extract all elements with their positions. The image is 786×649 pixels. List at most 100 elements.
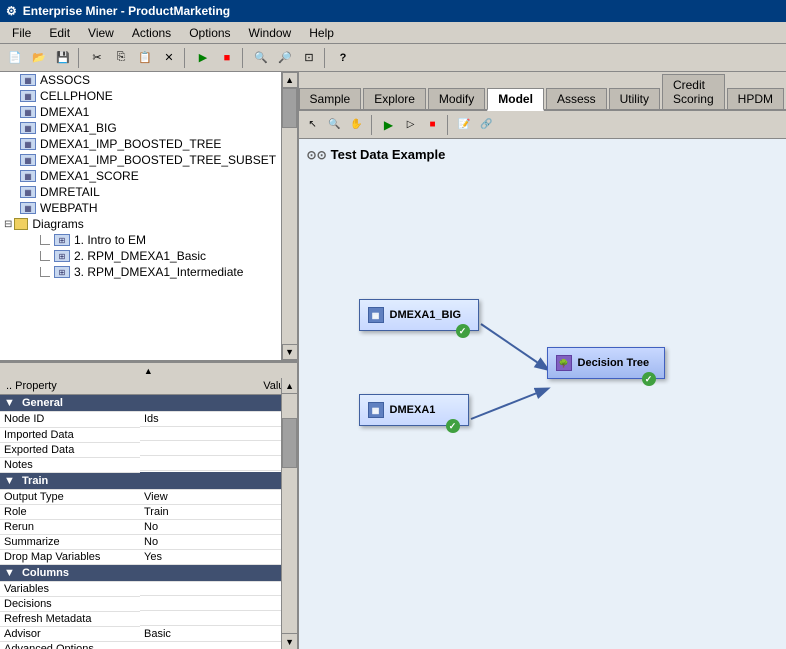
diag-hand[interactable]: ✋ — [347, 115, 367, 135]
app-icon: ⚙ — [6, 4, 17, 18]
prop-name: Node ID — [0, 412, 140, 428]
prop-row: AdvisorBasic — [0, 627, 297, 642]
menu-file[interactable]: File — [4, 24, 39, 42]
tree-item-label-8: WEBPATH — [40, 201, 98, 215]
tree-item-8[interactable]: ▦WEBPATH — [0, 200, 281, 216]
diagram-area[interactable]: ⊙⊙ Test Data Example ▦ — [299, 139, 786, 649]
prop-name: Variables — [0, 582, 140, 597]
tree-item-9[interactable]: ⊟ Diagrams — [0, 216, 281, 232]
toolbar-run[interactable]: ▶ — [192, 47, 214, 69]
menu-view[interactable]: View — [80, 24, 122, 42]
tab-modify[interactable]: Modify — [428, 88, 485, 109]
prop-row: Node IDIds — [0, 412, 297, 428]
tree-item-7[interactable]: ▦DMRETAIL — [0, 184, 281, 200]
property-table: ▼ General Node IDIdsImported Data...Expo… — [0, 395, 297, 649]
prop-scrollbar[interactable]: ▲ ▼ — [281, 378, 297, 649]
section-expand-icon[interactable]: ▼ — [4, 475, 15, 487]
toolbar-copy[interactable]: ⎘ — [110, 47, 132, 69]
toolbar-delete[interactable]: ✕ — [158, 47, 180, 69]
diag-connect[interactable]: 🔗 — [477, 115, 497, 135]
prop-panel-header: .. Property Value — [0, 378, 297, 395]
tree-item-label-12: 3. RPM_DMEXA1_Intermediate — [74, 265, 243, 279]
tab-utility[interactable]: Utility — [609, 88, 660, 109]
prop-scroll-up[interactable]: ▲ — [282, 378, 297, 394]
diag-run-all[interactable]: ▶ — [379, 115, 399, 135]
diag-sep — [371, 115, 375, 135]
panel-collapse-handle[interactable]: ▲ — [0, 362, 297, 378]
prop-name: Rerun — [0, 520, 140, 535]
tree-item-label-4: DMEXA1_IMP_BOOSTED_TREE — [40, 137, 221, 151]
tab-explore[interactable]: Explore — [363, 88, 426, 109]
tree-item-label-6: DMEXA1_SCORE — [40, 169, 139, 183]
file-icon-1: ▦ — [20, 90, 36, 102]
tab-hpdm[interactable]: HPDM — [727, 88, 784, 109]
diagram-connector-10 — [40, 235, 50, 245]
toolbar-paste[interactable]: 📋 — [134, 47, 156, 69]
toolbar-cut[interactable]: ✂ — [86, 47, 108, 69]
menu-actions[interactable]: Actions — [124, 24, 179, 42]
scroll-up-btn[interactable]: ▲ — [282, 72, 297, 88]
node-dmexa1-big-status: ✓ — [456, 324, 470, 338]
diag-select[interactable]: ↖ — [303, 115, 323, 135]
menu-help[interactable]: Help — [301, 24, 342, 42]
toolbar-fit[interactable]: ⊡ — [298, 47, 320, 69]
diag-add-note[interactable]: 📝 — [455, 115, 475, 135]
prop-value-cell: Yes — [140, 550, 297, 565]
tree-item-5[interactable]: ▦DMEXA1_IMP_BOOSTED_TREE_SUBSET — [0, 152, 281, 168]
toolbar-zoom-in[interactable]: 🔍 — [250, 47, 272, 69]
toolbar-save[interactable]: 💾 — [52, 47, 74, 69]
diag-sep2 — [447, 115, 451, 135]
tab-sample[interactable]: Sample — [299, 88, 362, 109]
tree-item-3[interactable]: ▦DMEXA1_BIG — [0, 120, 281, 136]
tab-assess[interactable]: Assess — [546, 88, 607, 109]
node-dmexa1-big[interactable]: ▦ DMEXA1_BIG ✓ — [359, 299, 479, 331]
diag-zoom[interactable]: 🔍 — [325, 115, 345, 135]
section-expand-icon[interactable]: ▼ — [4, 567, 15, 579]
tree-item-label-9: Diagrams — [32, 217, 83, 231]
prop-section-columns: ▼ Columns — [0, 565, 297, 582]
node-decision-tree-label: Decision Tree — [578, 357, 650, 369]
tab-model[interactable]: Model — [487, 88, 544, 111]
diagram-icon-12: ⊞ — [54, 266, 70, 278]
tree-list: ▦ASSOCS▦CELLPHONE▦DMEXA1▦DMEXA1_BIG▦DMEX… — [0, 72, 281, 280]
toolbar-stop[interactable]: ■ — [216, 47, 238, 69]
file-icon-7: ▦ — [20, 186, 36, 198]
menu-edit[interactable]: Edit — [41, 24, 78, 42]
folder-expand-9[interactable]: ⊟ — [4, 219, 12, 230]
tree-item-12[interactable]: ⊞ 3. RPM_DMEXA1_Intermediate — [0, 264, 281, 280]
prop-row: Variables... — [0, 582, 297, 597]
tree-item-0[interactable]: ▦ASSOCS — [0, 72, 281, 88]
prop-value-cell: ... — [140, 442, 297, 456]
prop-value-cell: ... — [140, 597, 297, 611]
tree-item-label-3: DMEXA1_BIG — [40, 121, 117, 135]
scroll-down-btn[interactable]: ▼ — [282, 344, 297, 360]
section-expand-icon[interactable]: ▼ — [4, 397, 15, 409]
diag-run-selected[interactable]: ▷ — [401, 115, 421, 135]
prop-name: Refresh Metadata — [0, 612, 140, 627]
toolbar-open[interactable]: 📂 — [28, 47, 50, 69]
node-dmexa1-big-label: DMEXA1_BIG — [390, 309, 462, 321]
tree-item-6[interactable]: ▦DMEXA1_SCORE — [0, 168, 281, 184]
tree-item-4[interactable]: ▦DMEXA1_IMP_BOOSTED_TREE — [0, 136, 281, 152]
tree-item-11[interactable]: ⊞2. RPM_DMEXA1_Basic — [0, 248, 281, 264]
prop-name: Advanced Options — [0, 642, 140, 649]
prop-section-general: ▼ General — [0, 395, 297, 412]
prop-value: No — [144, 536, 158, 548]
menu-window[interactable]: Window — [241, 24, 300, 42]
toolbar-zoom-out[interactable]: 🔎 — [274, 47, 296, 69]
diag-stop[interactable]: ■ — [423, 115, 443, 135]
tree-item-1[interactable]: ▦CELLPHONE — [0, 88, 281, 104]
menu-options[interactable]: Options — [181, 24, 238, 42]
tree-item-10[interactable]: ⊞1. Intro to EM — [0, 232, 281, 248]
scroll-thumb[interactable] — [282, 88, 297, 128]
prop-scroll-down[interactable]: ▼ — [282, 633, 297, 649]
toolbar-help[interactable]: ? — [332, 47, 354, 69]
tree-scrollbar[interactable]: ▲ ▼ — [281, 72, 297, 360]
tab-credit-scoring[interactable]: Credit Scoring — [662, 74, 725, 109]
node-decision-tree[interactable]: 🌳 Decision Tree ✓ — [547, 347, 665, 379]
diagram-icon-10: ⊞ — [54, 234, 70, 246]
tree-item-2[interactable]: ▦DMEXA1 — [0, 104, 281, 120]
node-dmexa1[interactable]: ▦ DMEXA1 ✓ — [359, 394, 469, 426]
toolbar-new[interactable]: 📄 — [4, 47, 26, 69]
prop-scroll-thumb[interactable] — [282, 418, 297, 468]
